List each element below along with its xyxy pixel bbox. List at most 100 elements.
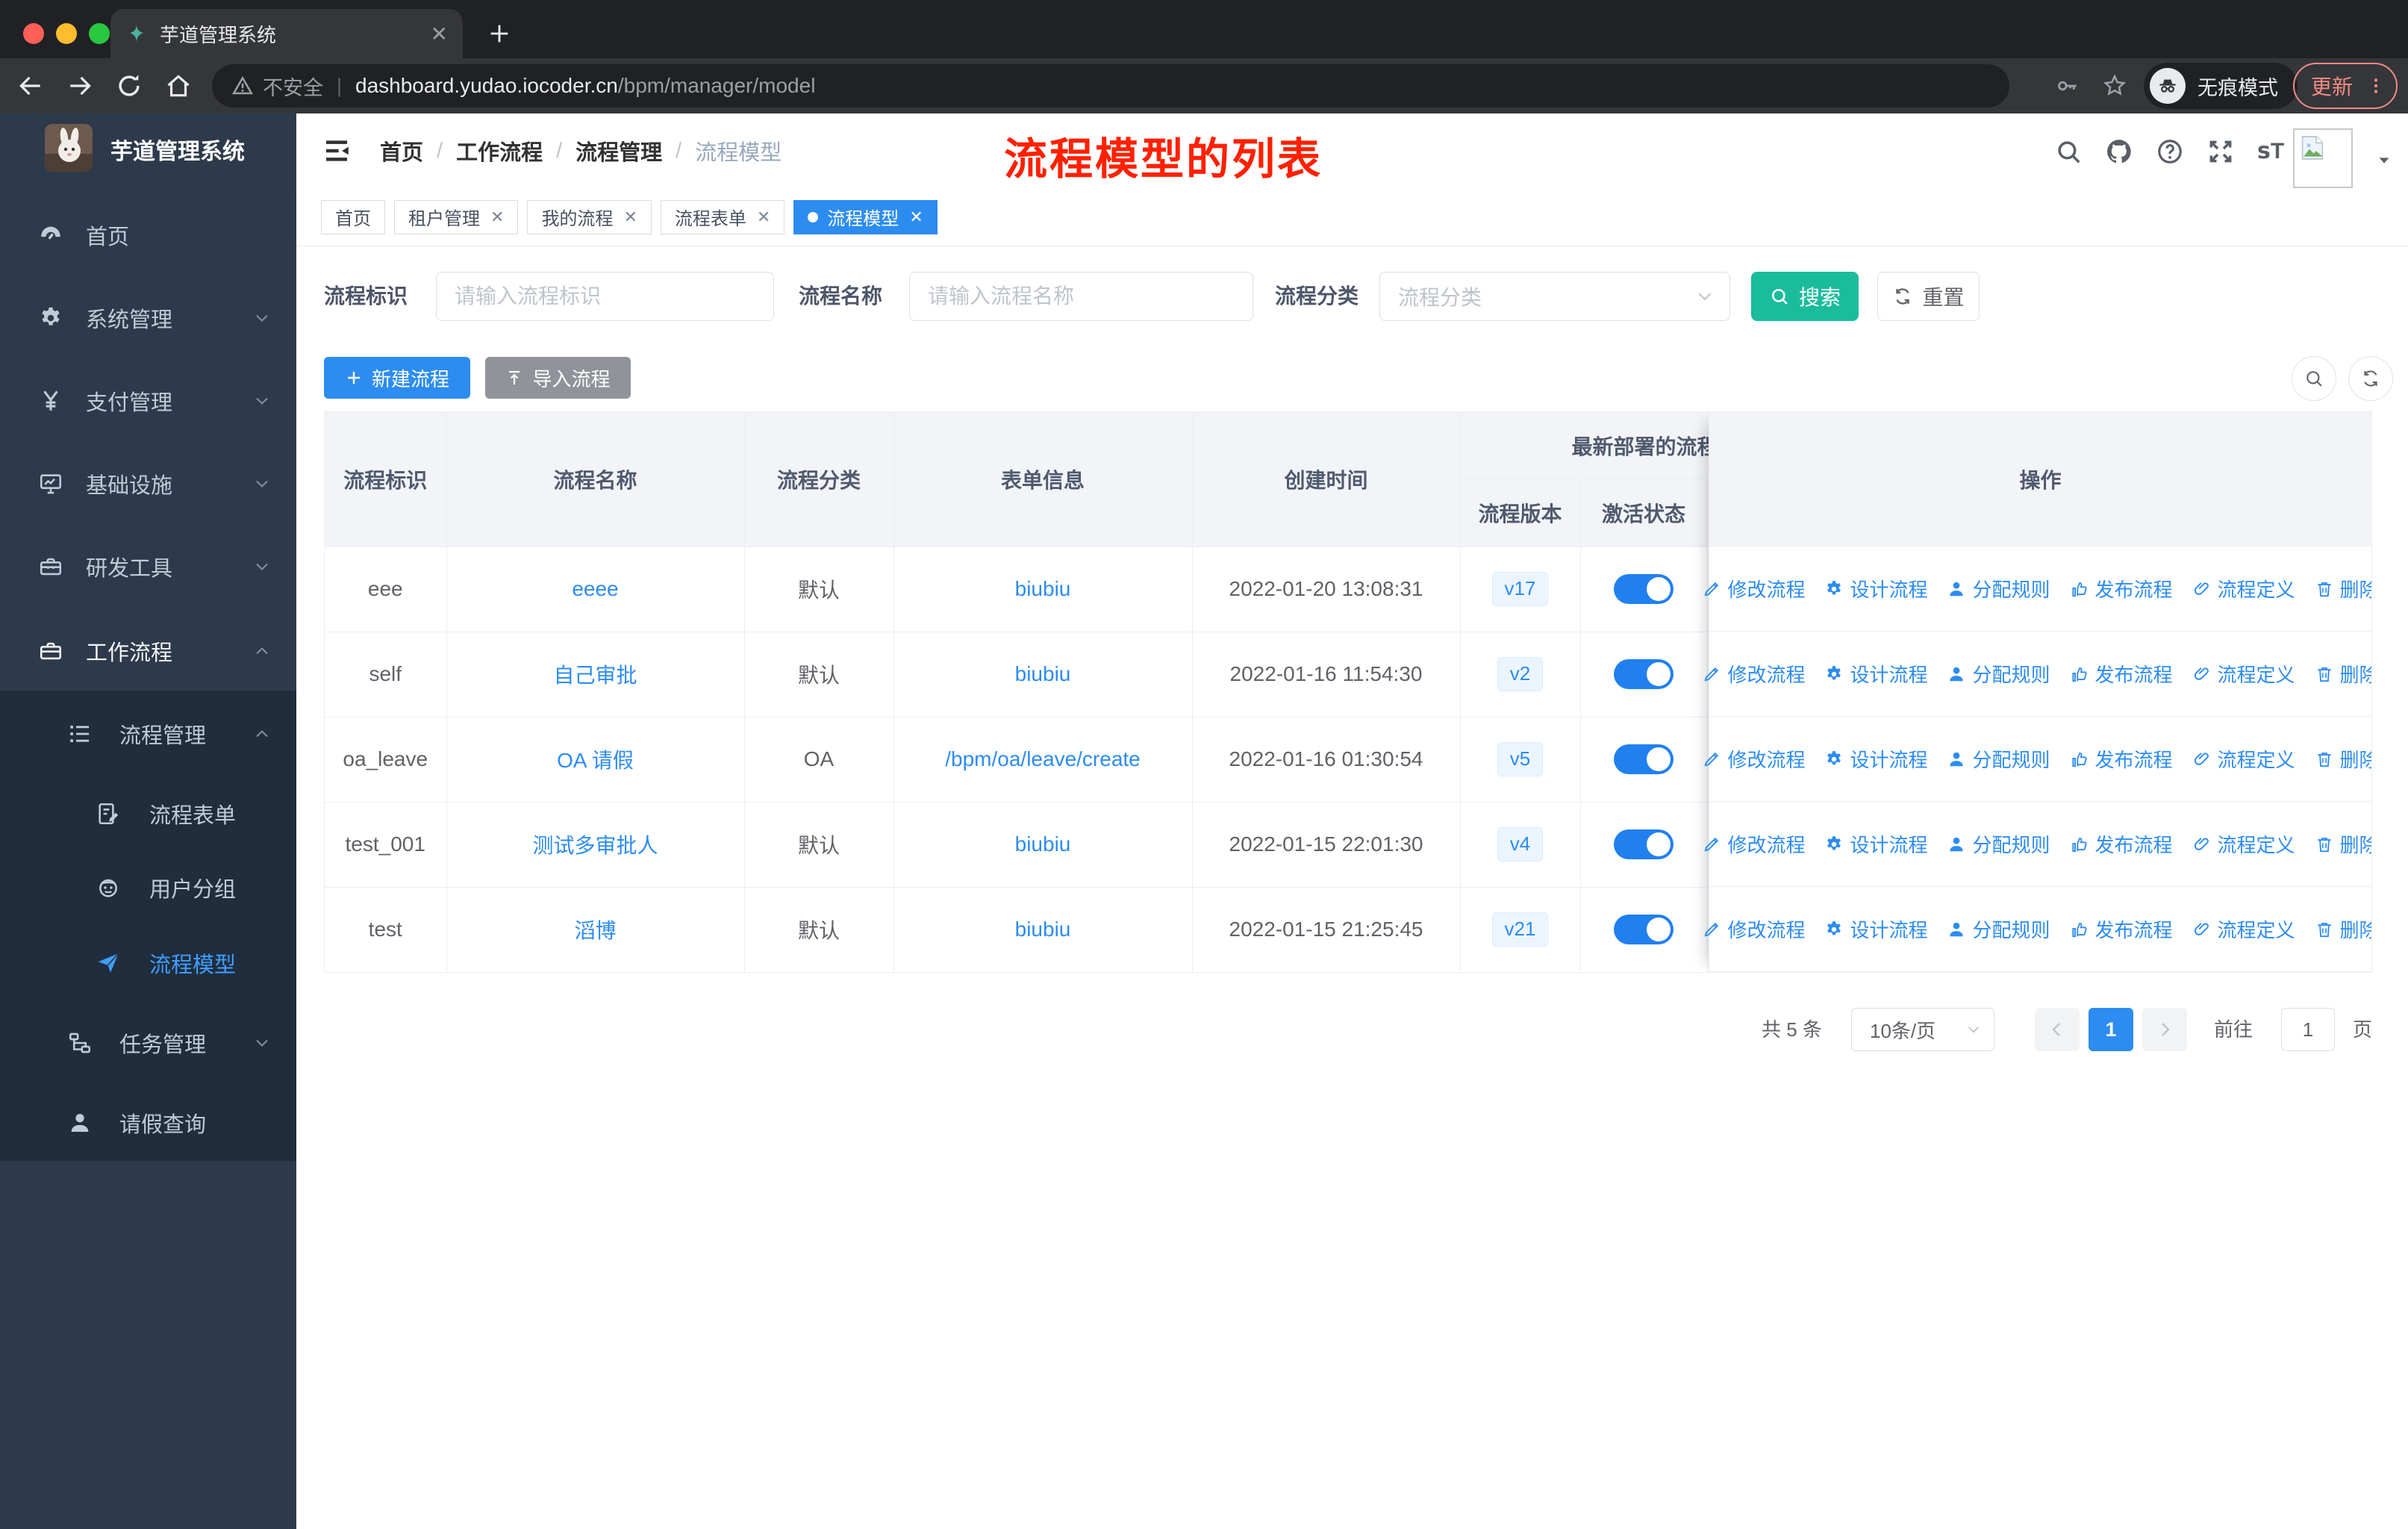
fullscreen-icon[interactable] [2206, 137, 2235, 166]
action-修改流程[interactable]: 修改流程 [1702, 830, 1805, 858]
action-修改流程[interactable]: 修改流程 [1702, 660, 1805, 688]
action-删除[interactable]: 删除 [2315, 915, 2371, 943]
create-process-button[interactable]: 新建流程 [324, 357, 470, 399]
process-name-link[interactable]: 测试多审批人 [532, 834, 658, 857]
forward-icon[interactable] [66, 72, 94, 100]
tag-流程表单[interactable]: 流程表单 ✕ [660, 199, 785, 234]
form-info-link[interactable]: biubiu [1015, 577, 1071, 600]
action-设计流程[interactable]: 设计流程 [1824, 830, 1927, 858]
process-name-input[interactable] [909, 272, 1253, 321]
action-分配规则[interactable]: 分配规则 [1947, 745, 2050, 773]
back-icon[interactable] [16, 72, 45, 100]
action-发布流程[interactable]: 发布流程 [2070, 660, 2173, 688]
star-icon[interactable] [2102, 73, 2127, 99]
action-设计流程[interactable]: 设计流程 [1824, 915, 1927, 943]
action-分配规则[interactable]: 分配规则 [1947, 830, 2050, 858]
github-icon[interactable] [2105, 137, 2133, 166]
action-发布流程[interactable]: 发布流程 [2070, 830, 2173, 858]
action-分配规则[interactable]: 分配规则 [1947, 915, 2050, 943]
tab-close-icon[interactable]: ✕ [431, 22, 448, 46]
sidebar-item-7[interactable]: 流程管理 [0, 706, 296, 762]
action-分配规则[interactable]: 分配规则 [1947, 660, 2050, 688]
tag-close-icon[interactable]: ✕ [757, 208, 770, 227]
action-流程定义[interactable]: 流程定义 [2192, 830, 2295, 858]
sidebar-item-11[interactable]: 任务管理 [0, 1015, 296, 1071]
update-button[interactable]: 更新 [2293, 63, 2398, 109]
key-icon[interactable] [2054, 73, 2080, 99]
import-process-button[interactable]: 导入流程 [485, 357, 631, 399]
category-select[interactable]: 流程分类 [1379, 272, 1730, 321]
tag-close-icon[interactable]: ✕ [490, 208, 504, 227]
breadcrumb-item[interactable]: 工作流程 [456, 135, 543, 166]
current-page-button[interactable]: 1 [2089, 1008, 2133, 1051]
action-发布流程[interactable]: 发布流程 [2070, 745, 2173, 773]
active-toggle[interactable] [1614, 744, 1674, 774]
window-zoom-button[interactable] [89, 23, 110, 44]
browser-tab[interactable]: 芋道管理系统 ✕ [110, 9, 463, 58]
security-label[interactable]: 不安全 [263, 72, 323, 101]
action-删除[interactable]: 删除 [2315, 575, 2371, 602]
process-name-link[interactable]: 自己审批 [553, 664, 637, 687]
refresh-list-button[interactable] [2348, 356, 2393, 401]
window-close-button[interactable] [23, 23, 44, 44]
form-info-link[interactable]: biubiu [1015, 662, 1071, 685]
reload-icon[interactable] [115, 72, 143, 100]
page-size-select[interactable]: 10条/页 [1851, 1008, 1994, 1051]
search-button[interactable]: 搜索 [1751, 272, 1859, 321]
action-流程定义[interactable]: 流程定义 [2192, 660, 2295, 688]
address-bar[interactable]: 不安全 | dashboard.yudao.iocoder.cn/bpm/man… [212, 64, 2009, 108]
action-修改流程[interactable]: 修改流程 [1702, 745, 1805, 773]
action-删除[interactable]: 删除 [2315, 745, 2371, 773]
action-流程定义[interactable]: 流程定义 [2192, 575, 2295, 602]
window-minimize-button[interactable] [56, 23, 77, 44]
sidebar-item-10[interactable]: 流程模型 [0, 935, 296, 991]
form-info-link[interactable]: biubiu [1015, 832, 1071, 856]
active-toggle[interactable] [1614, 829, 1674, 859]
form-info-link[interactable]: biubiu [1015, 918, 1071, 941]
action-流程定义[interactable]: 流程定义 [2192, 745, 2295, 773]
active-toggle[interactable] [1614, 659, 1674, 689]
action-发布流程[interactable]: 发布流程 [2070, 575, 2173, 602]
process-name-link[interactable]: eeee [572, 577, 618, 600]
form-info-link[interactable]: /bpm/oa/leave/create [945, 747, 1141, 770]
sidebar-item-9[interactable]: 用户分组 [0, 859, 296, 916]
caret-down-icon[interactable] [2376, 152, 2392, 169]
action-设计流程[interactable]: 设计流程 [1824, 575, 1927, 602]
search-icon[interactable] [2054, 137, 2083, 166]
tag-流程模型[interactable]: 流程模型 ✕ [793, 199, 938, 234]
active-toggle[interactable] [1614, 915, 1674, 944]
sidebar-item-6[interactable]: 工作流程 [0, 623, 296, 679]
sidebar-item-1[interactable]: 首页 [0, 207, 296, 264]
tag-首页[interactable]: 首页 [321, 199, 385, 234]
breadcrumb-item[interactable]: 首页 [380, 135, 423, 166]
help-icon[interactable] [2156, 137, 2184, 166]
process-key-input[interactable] [436, 272, 774, 321]
reset-button[interactable]: 重置 [1877, 272, 1980, 321]
action-修改流程[interactable]: 修改流程 [1702, 915, 1805, 943]
tag-close-icon[interactable]: ✕ [623, 208, 637, 227]
action-修改流程[interactable]: 修改流程 [1702, 575, 1805, 602]
prev-page-button[interactable] [2035, 1008, 2080, 1051]
update-label[interactable]: 更新 [2311, 71, 2353, 101]
toggle-search-button[interactable] [2292, 356, 2336, 401]
collapse-menu-icon[interactable] [321, 135, 352, 166]
breadcrumb-item[interactable]: 流程管理 [576, 135, 662, 166]
new-tab-button[interactable] [487, 21, 512, 46]
active-toggle[interactable] [1614, 574, 1674, 604]
action-设计流程[interactable]: 设计流程 [1824, 745, 1927, 773]
sidebar-item-8[interactable]: 流程表单 [0, 785, 296, 842]
tag-close-icon[interactable]: ✕ [909, 208, 923, 227]
action-流程定义[interactable]: 流程定义 [2192, 915, 2295, 943]
sidebar-item-2[interactable]: 系统管理 [0, 290, 296, 346]
next-page-button[interactable] [2142, 1008, 2187, 1051]
process-name-link[interactable]: OA 请假 [557, 749, 634, 772]
sidebar-logo[interactable]: 芋道管理系统 [0, 113, 296, 185]
tag-我的流程[interactable]: 我的流程 ✕ [527, 199, 652, 234]
action-设计流程[interactable]: 设计流程 [1824, 660, 1927, 688]
goto-page-input[interactable] [2281, 1008, 2335, 1051]
sidebar-item-4[interactable]: 基础设施 [0, 455, 296, 512]
action-分配规则[interactable]: 分配规则 [1947, 575, 2050, 602]
tag-租户管理[interactable]: 租户管理 ✕ [394, 199, 519, 234]
home-icon[interactable] [164, 72, 193, 100]
action-删除[interactable]: 删除 [2315, 830, 2371, 858]
